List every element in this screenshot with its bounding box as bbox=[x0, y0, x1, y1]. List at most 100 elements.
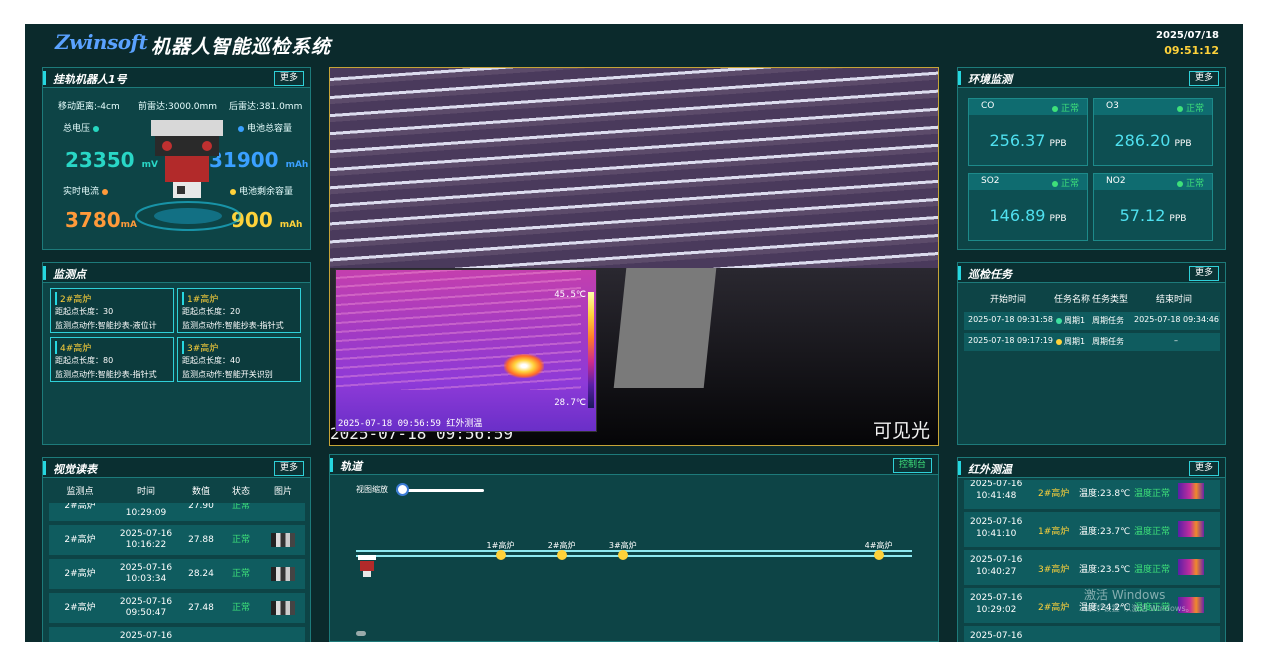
robot-panel-title: 挂轨机器人1号 bbox=[53, 73, 127, 86]
tasks-more-button[interactable]: 更多 bbox=[1188, 266, 1219, 281]
env-card-status: 正常 bbox=[1185, 104, 1204, 114]
track-rail bbox=[356, 550, 912, 558]
ir-status: 温度正常 bbox=[1134, 565, 1171, 575]
ir-lines bbox=[336, 270, 581, 390]
visual-table-header: 监测点 时间 数值 状态 图片 bbox=[49, 481, 305, 503]
task-end: 2025-07-18 09:34:46 bbox=[1134, 315, 1219, 324]
table-row[interactable]: 2025-07-18 09:17:19 周期1 周期任务 – bbox=[964, 333, 1220, 351]
camera-box bbox=[613, 268, 717, 388]
row-date: 2025-07-16 bbox=[119, 597, 173, 607]
ir-temp: 温度:23.7℃ bbox=[1079, 527, 1131, 537]
table-row[interactable]: 2#高炉 2025-07-16 09:50:47 27.48 正常 bbox=[49, 593, 305, 623]
current-value: 3780 bbox=[65, 208, 121, 232]
monitor-point-name: 2#高炉 bbox=[55, 292, 91, 305]
env-card-status: 正常 bbox=[1060, 104, 1079, 114]
col-header: 任务类型 bbox=[1092, 295, 1129, 305]
col-header: 开始时间 bbox=[990, 295, 1027, 305]
voltage-value: 23350 bbox=[65, 148, 135, 172]
status-dot-icon bbox=[1051, 180, 1058, 187]
env-panel-title: 环境监测 bbox=[968, 73, 1012, 86]
env-card-co[interactable]: CO 正常 256.37 PPB bbox=[968, 98, 1088, 166]
track-panel-title: 轨道 bbox=[340, 460, 362, 473]
row-date: 2025-07-16 bbox=[119, 563, 173, 573]
tasks-panel-title: 巡检任务 bbox=[968, 268, 1012, 281]
track-scrollbar[interactable] bbox=[356, 631, 366, 636]
list-item[interactable]: 2025-07-16 bbox=[964, 626, 1220, 642]
capacity-label: 电池总容量 bbox=[247, 124, 293, 134]
zoom-slider[interactable] bbox=[396, 483, 484, 496]
ir-point: 2#高炉 bbox=[1038, 603, 1070, 613]
ir-status: 温度正常 bbox=[1134, 527, 1171, 537]
ir-more-button[interactable]: 更多 bbox=[1188, 461, 1219, 476]
row-point: 2#高炉 bbox=[64, 503, 96, 511]
env-card-name: O3 bbox=[1106, 101, 1119, 111]
robot-marker-icon bbox=[358, 555, 376, 577]
robot-more-button[interactable]: 更多 bbox=[273, 71, 304, 86]
ir-time: 10:41:48 bbox=[975, 491, 1017, 501]
table-row[interactable]: 2#高炉 2025-07-16 10:03:34 28.24 正常 bbox=[49, 559, 305, 589]
col-header: 结束时间 bbox=[1156, 295, 1193, 305]
meter-thumbnail-icon[interactable] bbox=[271, 567, 295, 581]
task-type: 周期任务 bbox=[1092, 316, 1124, 325]
env-card-o3[interactable]: O3 正常 286.20 PPB bbox=[1093, 98, 1213, 166]
zoom-slider-thumb[interactable] bbox=[396, 483, 410, 496]
front-radar: 前雷达:3000.0mm bbox=[138, 102, 218, 112]
status-dot-icon bbox=[1176, 180, 1183, 187]
row-time: 2025-07-16 10:16:22 bbox=[111, 525, 181, 555]
control-console-button[interactable]: 控制台 bbox=[892, 458, 932, 473]
monitor-point-card[interactable]: 1#高炉 距起点长度：20 监测点动作:智能抄表-指针式 bbox=[177, 288, 301, 333]
row-value: 27.88 bbox=[188, 534, 214, 545]
ir-overlay[interactable]: 45.5℃ 28.7℃ 2025-07-18 09:56:59 红外测温 bbox=[335, 269, 597, 432]
meter-thumbnail-icon[interactable] bbox=[271, 533, 295, 547]
status-dot-icon bbox=[1051, 105, 1058, 112]
row-time: 2025-07-16 10:03:34 bbox=[111, 559, 181, 589]
ir-temp: 温度:23.5℃ bbox=[1079, 565, 1131, 575]
watermark-line1: 激活 Windows bbox=[1084, 588, 1166, 602]
remain-unit: mAh bbox=[279, 220, 303, 230]
row-value: 27.48 bbox=[188, 602, 214, 613]
zwinsoft-logo: Zwinsoft bbox=[55, 30, 148, 54]
header-date: 2025/07/18 bbox=[1156, 30, 1219, 41]
task-name: 周期1 bbox=[1064, 337, 1086, 346]
ir-thumbnail-icon[interactable] bbox=[1178, 521, 1204, 537]
ir-date: 2025-07-16 bbox=[970, 517, 1023, 527]
list-item[interactable]: 2025-07-16 10:41:10 1#高炉 温度:23.7℃ 温度正常 bbox=[964, 512, 1220, 547]
track-point-marker[interactable] bbox=[617, 550, 628, 560]
table-row[interactable]: 2#高炉 10:29:09 27.90 正常 bbox=[49, 503, 305, 521]
capacity-unit: mAh bbox=[285, 160, 309, 170]
env-card-so2[interactable]: SO2 正常 146.89 PPB bbox=[968, 173, 1088, 241]
ir-panel: 红外测温 更多 2025-07-16 10:41:48 2#高炉 温度:23.8℃… bbox=[957, 457, 1226, 642]
monitor-point-card[interactable]: 2#高炉 距起点长度：30 监测点动作:智能抄表-液位计 bbox=[50, 288, 174, 333]
env-card-no2[interactable]: NO2 正常 57.12 PPB bbox=[1093, 173, 1213, 241]
col-header: 状态 bbox=[231, 486, 250, 497]
task-start: 2025-07-18 09:31:58 bbox=[968, 315, 1053, 324]
ir-min-temp: 28.7℃ bbox=[554, 398, 586, 408]
env-more-button[interactable]: 更多 bbox=[1188, 71, 1219, 86]
track-point-marker[interactable] bbox=[495, 550, 506, 560]
camera-view[interactable]: 2025-07-18 09:56:59 可见光 45.5℃ 28.7℃ 2025… bbox=[329, 67, 939, 446]
visual-table-body[interactable]: 2#高炉 10:29:09 27.90 正常 2#高炉 2025-07-16 10… bbox=[43, 503, 312, 642]
ir-thumbnail-icon[interactable] bbox=[1178, 559, 1204, 575]
list-item[interactable]: 2025-07-16 10:40:27 3#高炉 温度:23.5℃ 温度正常 bbox=[964, 550, 1220, 585]
row-date: 2025-07-16 bbox=[119, 529, 173, 539]
visual-more-button[interactable]: 更多 bbox=[273, 461, 304, 476]
table-row[interactable]: 2025-07-18 09:31:58 周期1 周期任务 2025-07-18 … bbox=[964, 312, 1220, 330]
ir-temp: 温度:23.8℃ bbox=[1079, 489, 1131, 499]
monitor-point-distance: 距起点长度：30 bbox=[55, 307, 114, 316]
ir-list[interactable]: 2025-07-16 10:41:48 2#高炉 温度:23.8℃ 温度正常 20… bbox=[958, 480, 1227, 642]
monitor-point-card[interactable]: 3#高炉 距起点长度：40 监测点动作:智能开关识别 bbox=[177, 337, 301, 382]
ir-time: 10:29:02 bbox=[975, 605, 1017, 615]
ir-thumbnail-icon[interactable] bbox=[1178, 483, 1204, 499]
env-card-name: CO bbox=[981, 101, 995, 111]
row-status: 正常 bbox=[231, 534, 250, 545]
table-row[interactable]: 2025-07-16 bbox=[49, 627, 305, 642]
tasks-header: 开始时间 任务名称 任务类型 结束时间 bbox=[964, 289, 1220, 307]
ir-timestamp: 2025-07-18 09:56:59 bbox=[338, 419, 441, 429]
track-point-marker[interactable] bbox=[556, 550, 567, 560]
monitor-panel: 监测点 2#高炉 距起点长度：30 监测点动作:智能抄表-液位计 1#高炉 距起… bbox=[42, 262, 311, 445]
list-item[interactable]: 2025-07-16 10:41:48 2#高炉 温度:23.8℃ 温度正常 bbox=[964, 480, 1220, 509]
monitor-point-card[interactable]: 4#高炉 距起点长度：80 监测点动作:智能抄表-指针式 bbox=[50, 337, 174, 382]
track-point-marker[interactable] bbox=[873, 550, 884, 560]
table-row[interactable]: 2#高炉 2025-07-16 10:16:22 27.88 正常 bbox=[49, 525, 305, 555]
meter-thumbnail-icon[interactable] bbox=[271, 601, 295, 615]
